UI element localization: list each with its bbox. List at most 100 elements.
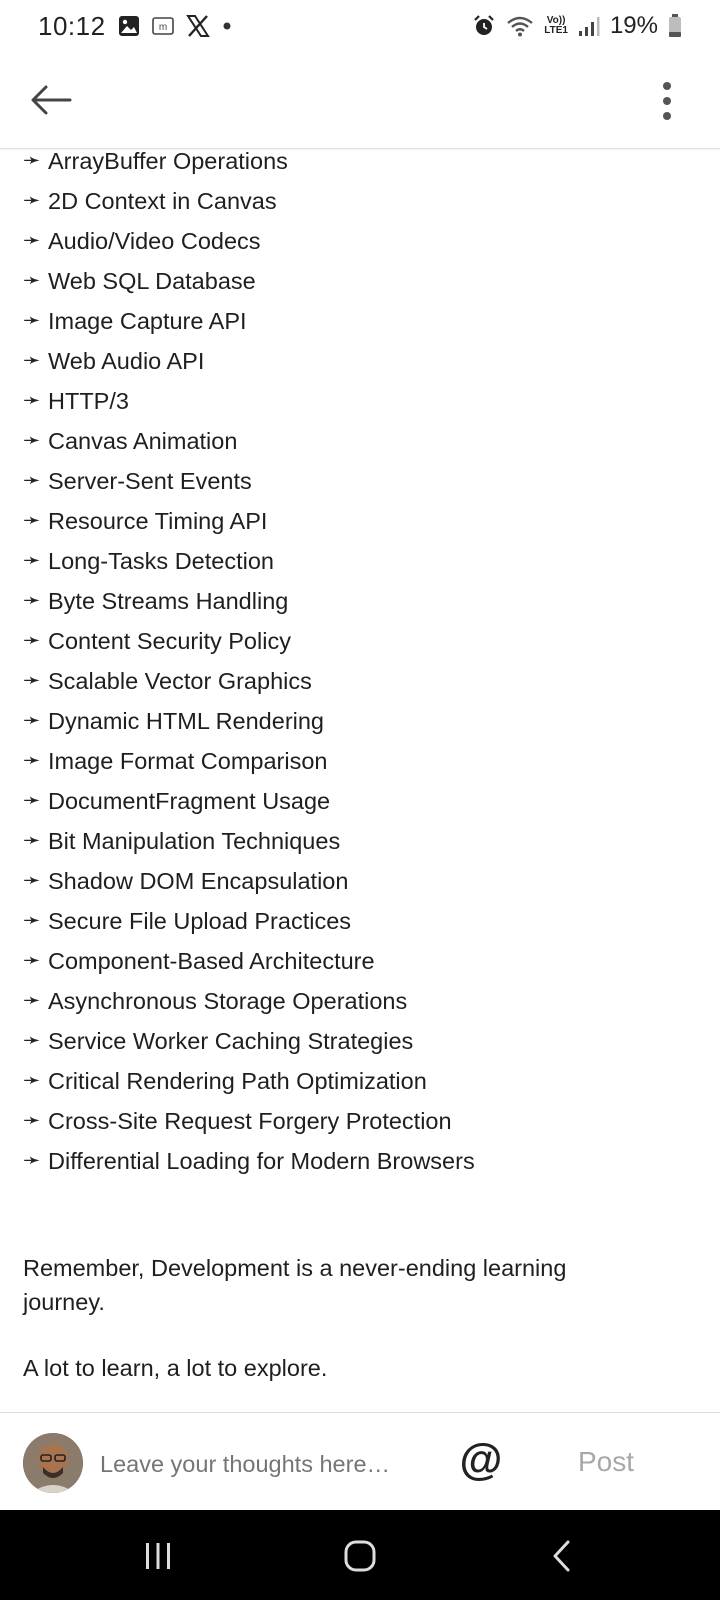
arrow-bullet-icon: ➛ (23, 389, 41, 412)
list-item: ➛ Component-Based Architecture (23, 948, 703, 988)
list-item: ➛ ArrayBuffer Operations (23, 148, 703, 188)
status-bar: 10:12 m Vo)) LTE1 19% (0, 0, 720, 52)
more-vertical-icon (663, 82, 671, 120)
list-item-text: Image Format Comparison (48, 748, 328, 774)
arrow-bullet-icon: ➛ (23, 189, 41, 212)
status-time: 10:12 (38, 10, 106, 41)
list-item: ➛ HTTP/3 (23, 388, 703, 428)
arrow-bullet-icon: ➛ (23, 869, 41, 892)
arrow-left-icon (31, 85, 72, 115)
list-item: ➛ Scalable Vector Graphics (23, 668, 703, 708)
arrow-bullet-icon: ➛ (23, 1029, 41, 1052)
avatar[interactable] (23, 1433, 83, 1493)
list-item: ➛ Byte Streams Handling (23, 588, 703, 628)
list-item-text: Bit Manipulation Techniques (48, 828, 341, 854)
list-item-text: Asynchronous Storage Operations (48, 988, 408, 1014)
list-item-text: Differential Loading for Modern Browsers (48, 1148, 475, 1174)
list-item: ➛ Dynamic HTML Rendering (23, 708, 703, 748)
list-item: ➛ Asynchronous Storage Operations (23, 988, 703, 1028)
home-button[interactable] (330, 1534, 390, 1578)
list-item: ➛ DocumentFragment Usage (23, 788, 703, 828)
mention-button[interactable]: @ (459, 1437, 503, 1483)
list-item: ➛ Content Security Policy (23, 628, 703, 668)
wifi-icon (506, 15, 534, 37)
closing-paragraph-1: Remember, Development is a never-ending … (23, 1255, 567, 1315)
arrow-bullet-icon: ➛ (23, 589, 41, 612)
list-item-text: ArrayBuffer Operations (48, 148, 288, 174)
list-item: ➛ Server-Sent Events (23, 468, 703, 508)
list-item-text: Component-Based Architecture (48, 948, 375, 974)
list-item: ➛ Resource Timing API (23, 508, 703, 548)
arrow-bullet-icon: ➛ (23, 669, 41, 692)
arrow-bullet-icon: ➛ (23, 309, 41, 332)
list-item: ➛ Image Capture API (23, 308, 703, 348)
back-nav-button[interactable] (532, 1534, 592, 1578)
gallery-icon (118, 15, 140, 37)
m-app-icon: m (151, 16, 174, 36)
arrow-bullet-icon: ➛ (23, 349, 41, 372)
alarm-icon (472, 14, 496, 38)
list-item: ➛ Audio/Video Codecs (23, 228, 703, 268)
arrow-bullet-icon: ➛ (23, 269, 41, 292)
lte-bottom-label: LTE1 (544, 25, 568, 36)
list-item-text: Image Capture API (48, 308, 247, 334)
list-item-text: HTTP/3 (48, 388, 129, 414)
arrow-bullet-icon: ➛ (23, 629, 41, 652)
more-options-button[interactable] (652, 76, 682, 126)
battery-percent: 19% (609, 12, 658, 39)
list-item-text: Long-Tasks Detection (48, 548, 274, 574)
list-item: ➛ Canvas Animation (23, 428, 703, 468)
arrow-bullet-icon: ➛ (23, 829, 41, 852)
list-item-text: Scalable Vector Graphics (48, 668, 312, 694)
back-icon (553, 1540, 570, 1572)
arrow-bullet-icon: ➛ (23, 709, 41, 732)
list-item: ➛ 2D Context in Canvas (23, 188, 703, 228)
arrow-bullet-icon: ➛ (23, 429, 41, 452)
closing-paragraph-2: A lot to learn, a lot to explore. (23, 1355, 328, 1381)
list-item-text: Canvas Animation (48, 428, 238, 454)
comment-bar: @ Post (0, 1412, 720, 1511)
status-right: Vo)) LTE1 19% (472, 12, 682, 40)
top-app-bar (0, 52, 720, 149)
post-content: ➛ ArrayBuffer Operations ➛ 2D Context in Ca… (23, 148, 703, 1385)
arrow-bullet-icon: ➛ (23, 149, 41, 172)
arrow-bullet-icon: ➛ (23, 549, 41, 572)
list-item-text: DocumentFragment Usage (48, 788, 331, 814)
arrow-bullet-icon: ➛ (23, 509, 41, 532)
arrow-bullet-icon: ➛ (23, 909, 41, 932)
dot-icon (222, 21, 232, 31)
list-item-text: Dynamic HTML Rendering (48, 708, 324, 734)
comment-input[interactable] (98, 1443, 432, 1485)
recents-button[interactable] (128, 1534, 188, 1578)
list-item-text: Secure File Upload Practices (48, 908, 352, 934)
arrow-bullet-icon: ➛ (23, 989, 41, 1012)
list-item: ➛ Critical Rendering Path Optimization (23, 1068, 703, 1108)
list-item-text: Audio/Video Codecs (48, 228, 261, 254)
status-left: 10:12 m (38, 11, 232, 42)
list-item-text: 2D Context in Canvas (48, 188, 277, 214)
list-item: ➛ Web SQL Database (23, 268, 703, 308)
post-button[interactable]: Post (578, 1443, 634, 1481)
list-item-text: Web Audio API (48, 348, 205, 374)
arrow-bullet-icon: ➛ (23, 949, 41, 972)
arrow-bullet-icon: ➛ (23, 1149, 41, 1172)
recents-icon (146, 1543, 170, 1569)
list-item: ➛ Shadow DOM Encapsulation (23, 868, 703, 908)
arrow-bullet-icon: ➛ (23, 789, 41, 812)
topic-list: ➛ ArrayBuffer Operations ➛ 2D Context in Ca… (23, 148, 703, 1188)
list-item: ➛ Bit Manipulation Techniques (23, 828, 703, 868)
list-item-text: Critical Rendering Path Optimization (48, 1068, 427, 1094)
list-item-text: Shadow DOM Encapsulation (48, 868, 349, 894)
x-app-icon (185, 15, 210, 37)
list-item: ➛ Web Audio API (23, 348, 703, 388)
list-item: ➛ Service Worker Caching Strategies (23, 1028, 703, 1068)
arrow-bullet-icon: ➛ (23, 229, 41, 252)
svg-text:m: m (158, 22, 166, 33)
list-item-text: Resource Timing API (48, 508, 268, 534)
list-item: ➛ Differential Loading for Modern Browser… (23, 1148, 703, 1188)
arrow-bullet-icon: ➛ (23, 1069, 41, 1092)
list-item-text: Content Security Policy (48, 628, 291, 654)
back-button[interactable] (26, 78, 76, 122)
list-item-text: Byte Streams Handling (48, 588, 289, 614)
list-item-text: Web SQL Database (48, 268, 256, 294)
